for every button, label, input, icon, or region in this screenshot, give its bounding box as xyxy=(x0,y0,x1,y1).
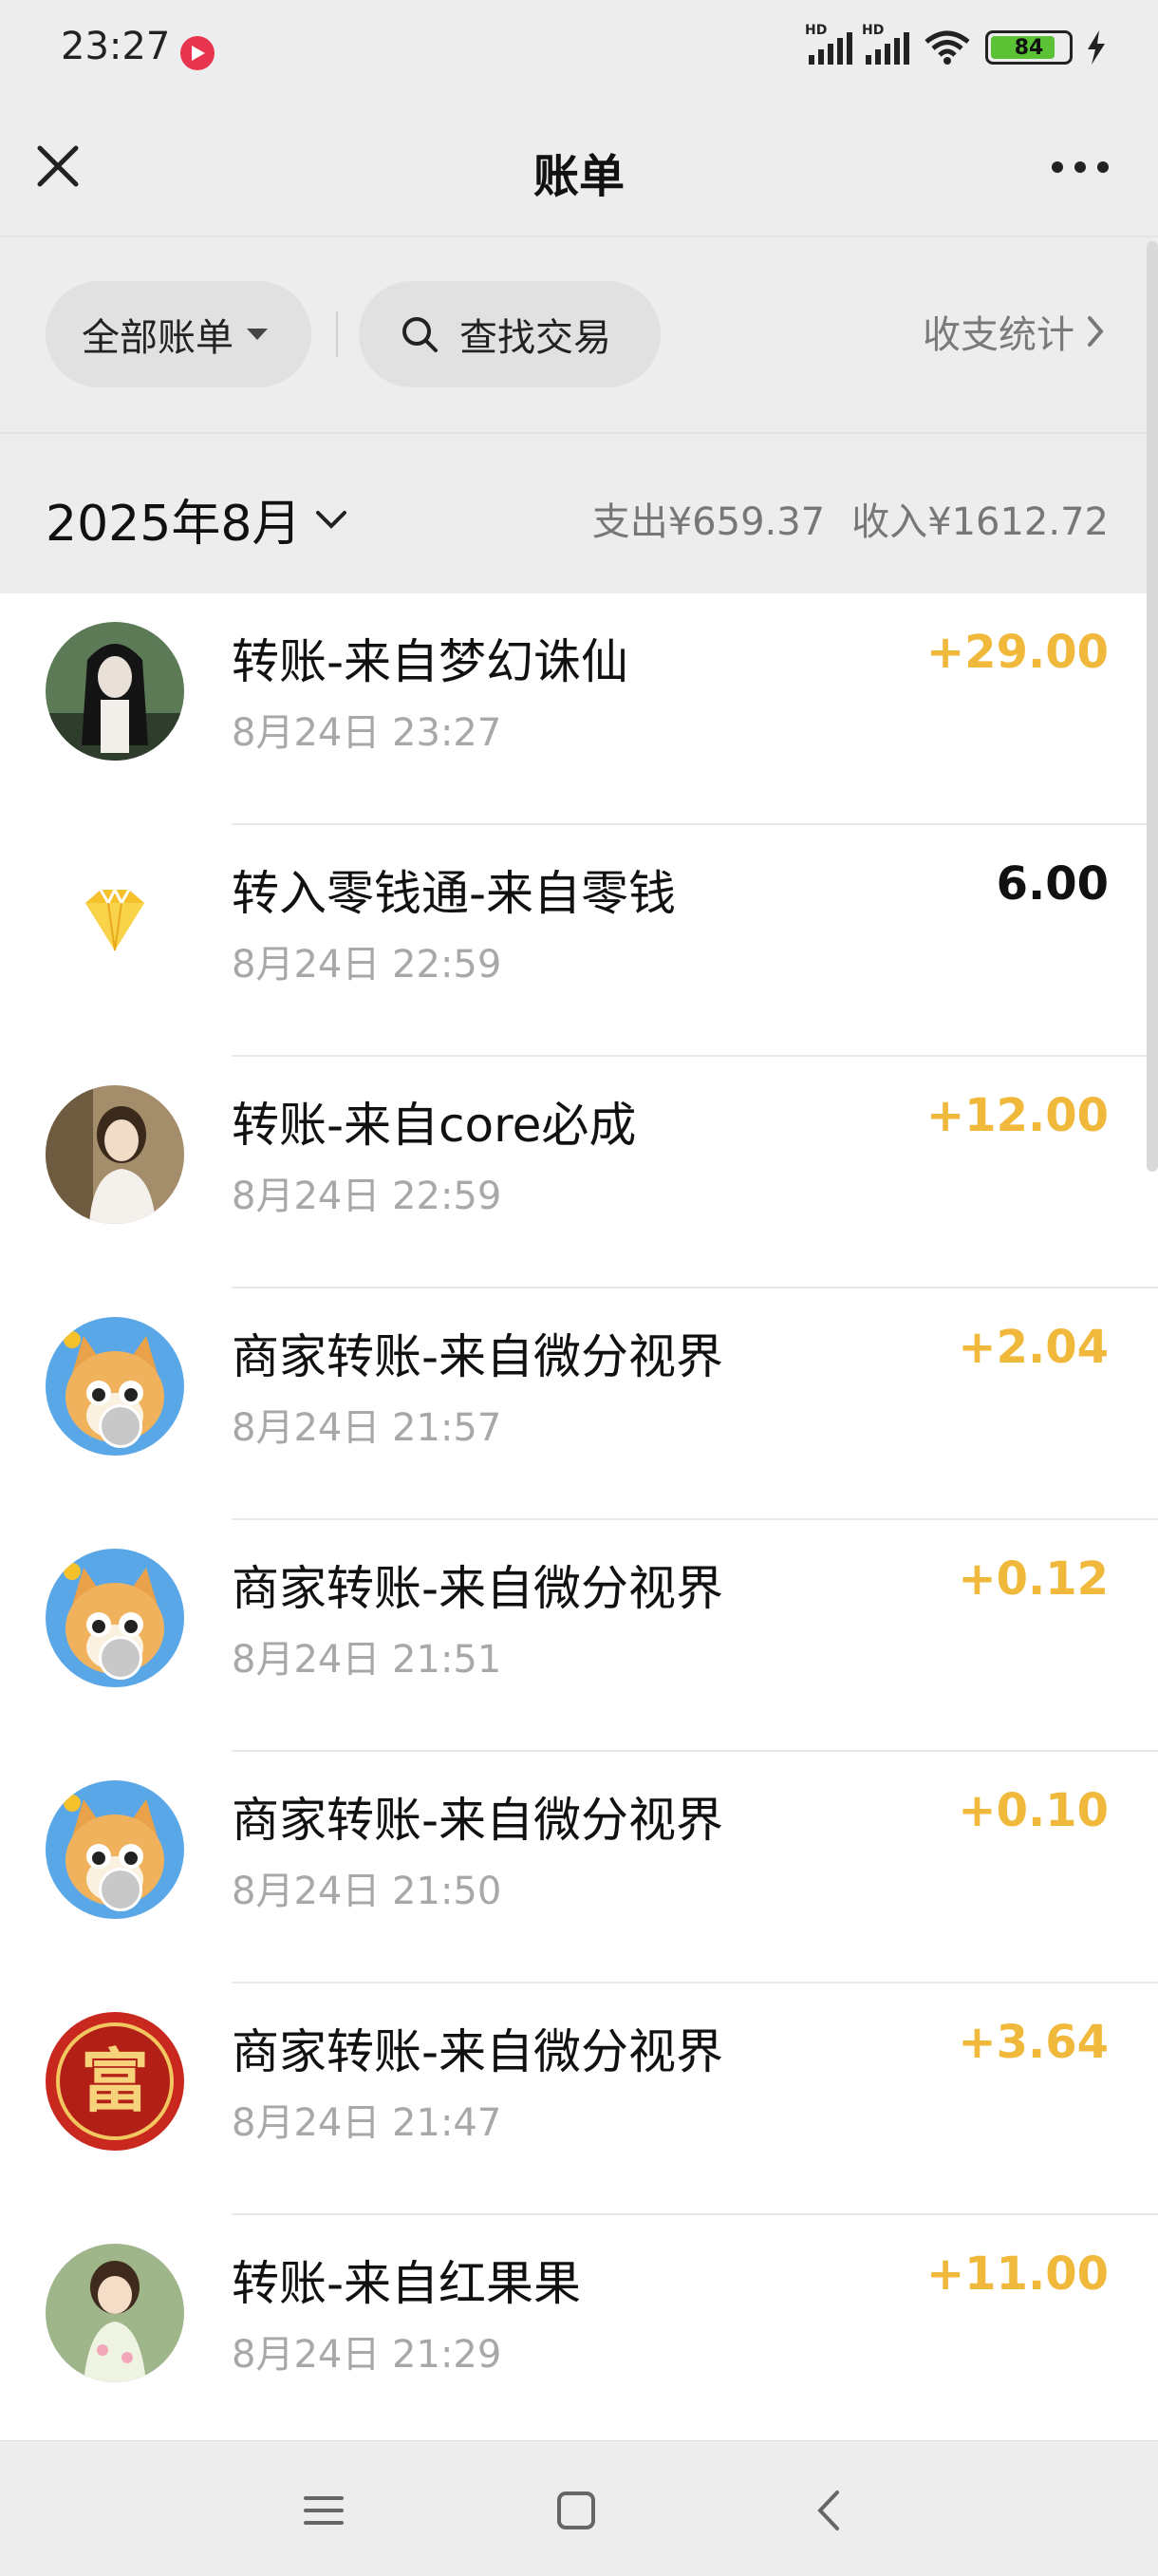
transaction-amount: 6.00 xyxy=(996,857,1109,911)
transaction-row[interactable]: 转账-来自core必成 8月24日 22:59 +12.00 xyxy=(0,1057,1158,1288)
transaction-row[interactable]: 转账-来自红果果 8月24日 21:29 +11.00 xyxy=(0,2215,1158,2447)
status-dot xyxy=(99,1404,142,1448)
home-icon[interactable] xyxy=(554,2489,598,2532)
transaction-amount: +3.64 xyxy=(958,2016,1109,2069)
fu-character: 富 xyxy=(81,2040,149,2121)
transaction-time: 8月24日 23:27 xyxy=(232,711,502,755)
transaction-row[interactable]: 转入零钱通-来自零钱 8月24日 22:59 6.00 xyxy=(0,825,1158,1057)
transaction-title: 转入零钱通-来自零钱 xyxy=(232,866,677,921)
transaction-title: 商家转账-来自微分视界 xyxy=(232,1329,724,1384)
transaction-list: 转账-来自梦幻诛仙 8月24日 23:27 +29.00 转入零钱通-来自零钱 … xyxy=(0,593,1158,2447)
avatar xyxy=(46,2244,184,2382)
caret-down-icon xyxy=(247,329,268,340)
signal-icon-1: HD xyxy=(805,23,852,65)
month-selector[interactable]: 2025年8月 xyxy=(46,483,350,555)
signal-icon-2: HD xyxy=(862,23,909,65)
diamond-icon xyxy=(46,854,184,992)
search-icon xyxy=(402,317,438,352)
avatar: 富 xyxy=(46,2012,184,2151)
transaction-title: 商家转账-来自微分视界 xyxy=(232,1561,724,1616)
transaction-time: 8月24日 21:50 xyxy=(232,1870,502,1913)
month-totals: 支出¥659.37 收入¥1612.72 xyxy=(592,491,1109,546)
transaction-time: 8月24日 21:51 xyxy=(232,1638,502,1682)
page-title: 账单 xyxy=(532,150,625,203)
status-bar: 23:27 HD HD 84 xyxy=(0,0,1158,104)
charging-icon xyxy=(1088,30,1105,65)
filter-bar: 全部账单 查找交易 收支统计 xyxy=(0,237,1158,432)
screen-record-icon xyxy=(180,36,215,70)
avatar xyxy=(46,1085,184,1224)
transaction-time: 8月24日 22:59 xyxy=(232,943,502,987)
search-transactions-button[interactable]: 查找交易 xyxy=(359,281,661,387)
status-icons: HD HD 84 xyxy=(805,23,1107,66)
income-total: 收入¥1612.72 xyxy=(851,500,1109,544)
transaction-time: 8月24日 22:59 xyxy=(232,1175,502,1218)
all-bills-label: 全部账单 xyxy=(82,316,233,360)
more-options-icon[interactable] xyxy=(1052,161,1109,177)
transaction-title: 商家转账-来自微分视界 xyxy=(232,1793,724,1848)
transaction-amount: +29.00 xyxy=(925,626,1109,679)
divider xyxy=(336,311,338,357)
avatar xyxy=(46,622,184,761)
transaction-row[interactable]: 商家转账-来自微分视界 8月24日 21:51 +0.12 xyxy=(0,1520,1158,1752)
system-navigation-bar xyxy=(0,2440,1158,2576)
transaction-amount: +11.00 xyxy=(925,2247,1109,2301)
transaction-row[interactable]: 富 商家转账-来自微分视界 8月24日 21:47 +3.64 xyxy=(0,1984,1158,2215)
transaction-title: 转账-来自红果果 xyxy=(232,2256,582,2311)
chevron-down-icon xyxy=(316,510,347,529)
transaction-row[interactable]: 转账-来自梦幻诛仙 8月24日 23:27 +29.00 xyxy=(0,593,1158,825)
transaction-time: 8月24日 21:47 xyxy=(232,2101,502,2145)
all-bills-dropdown[interactable]: 全部账单 xyxy=(46,281,311,387)
expense-total: 支出¥659.37 xyxy=(591,500,826,544)
transaction-row[interactable]: 商家转账-来自微分视界 8月24日 21:50 +0.10 xyxy=(0,1752,1158,1984)
menu-icon[interactable] xyxy=(302,2489,346,2532)
transaction-amount: +0.12 xyxy=(958,1552,1109,1606)
status-dot xyxy=(99,1868,142,1911)
search-label: 查找交易 xyxy=(459,316,611,360)
transaction-row[interactable]: 商家转账-来自微分视界 8月24日 21:57 +2.04 xyxy=(0,1288,1158,1520)
month-label: 2025年8月 xyxy=(46,496,302,553)
month-summary-bar: 2025年8月 支出¥659.37 收入¥1612.72 xyxy=(0,432,1158,593)
wifi-icon xyxy=(925,30,970,65)
scrollbar[interactable] xyxy=(1147,241,1158,1172)
status-time: 23:27 xyxy=(61,25,171,68)
hd-label-1: HD xyxy=(805,23,828,38)
battery-level: 84 xyxy=(1014,35,1044,60)
status-dot xyxy=(99,1636,142,1680)
back-icon[interactable] xyxy=(809,2489,852,2532)
hd-label-2: HD xyxy=(862,23,885,38)
stats-label: 收支统计 xyxy=(923,313,1074,357)
transaction-amount: +2.04 xyxy=(958,1321,1109,1374)
navigation-bar: 账单 xyxy=(0,104,1158,237)
transaction-time: 8月24日 21:57 xyxy=(232,1406,502,1450)
income-expense-stats-link[interactable]: 收支统计 xyxy=(923,304,1109,359)
transaction-title: 商家转账-来自微分视界 xyxy=(232,2024,724,2079)
transaction-time: 8月24日 21:29 xyxy=(232,2333,502,2377)
chevron-right-icon xyxy=(1088,316,1104,347)
transaction-amount: +0.10 xyxy=(958,1784,1109,1837)
transaction-title: 转账-来自梦幻诛仙 xyxy=(232,634,629,689)
transaction-title: 转账-来自core必成 xyxy=(232,1098,637,1153)
transaction-amount: +12.00 xyxy=(925,1089,1109,1142)
battery-icon: 84 xyxy=(985,30,1073,65)
